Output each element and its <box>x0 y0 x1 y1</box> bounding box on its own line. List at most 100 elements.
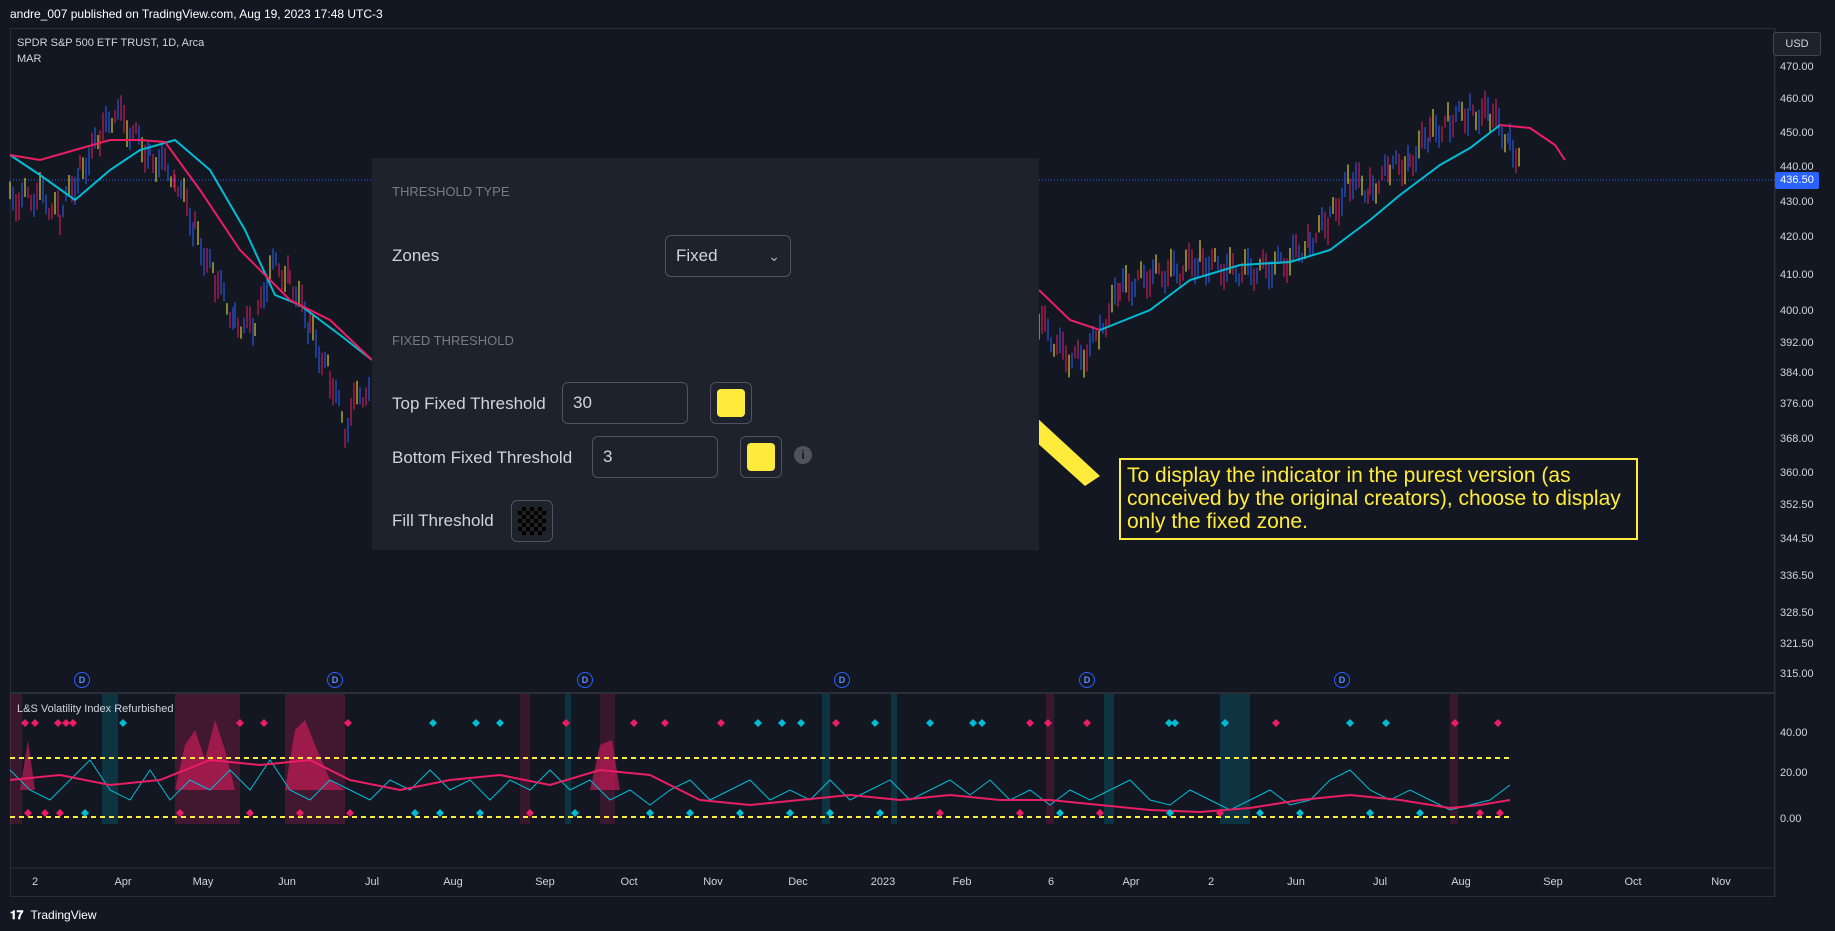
signal-diamond <box>1476 809 1484 817</box>
signal-diamond <box>571 809 579 817</box>
brand-name: TradingView <box>30 908 97 922</box>
signal-diamond <box>1016 809 1024 817</box>
annotation-note: To display the indicator in the purest v… <box>1119 458 1638 540</box>
time-tick-label: 2 <box>31 876 39 888</box>
symbol-info: SPDR S&P 500 ETF TRUST, 1D, Arca MAR <box>17 35 204 67</box>
dividend-marker-icon[interactable]: D <box>327 672 343 688</box>
signal-diamond <box>1096 809 1104 817</box>
signal-diamond <box>832 719 840 727</box>
time-tick-label: 2 <box>1207 876 1215 888</box>
top-threshold-color-button[interactable] <box>710 382 752 424</box>
signal-diamond <box>630 719 638 727</box>
price-tick-label: 392.00 <box>1780 337 1814 349</box>
price-tick-label: 384.00 <box>1780 367 1814 379</box>
time-tick-label: 2023 <box>870 876 896 888</box>
bottom-threshold-input[interactable]: 3 <box>592 436 718 478</box>
signal-diamond <box>260 719 268 727</box>
zones-label: Zones <box>392 246 440 265</box>
signal-diamond <box>476 809 484 817</box>
signal-diamond <box>661 719 669 727</box>
dividend-marker-icon[interactable]: D <box>1334 672 1350 688</box>
price-tick-label: 420.00 <box>1780 231 1814 243</box>
chevron-down-icon: ⌄ <box>768 248 780 264</box>
time-tick-label: Sep <box>1543 876 1563 888</box>
signal-diamond <box>717 719 725 727</box>
dividend-marker-icon[interactable]: D <box>577 672 593 688</box>
signal-diamond <box>119 719 127 727</box>
yellow-color-swatch <box>717 389 745 417</box>
signal-diamond <box>346 809 354 817</box>
zones-value: Fixed <box>676 246 718 265</box>
signal-diamond <box>429 719 437 727</box>
price-tick-label: 315.00 <box>1780 668 1814 680</box>
signal-diamond <box>797 719 805 727</box>
time-tick-label: Feb <box>952 876 972 888</box>
price-tick-label: 460.00 <box>1780 93 1814 105</box>
signal-diamond <box>936 809 944 817</box>
signal-diamond <box>1083 719 1091 727</box>
time-tick-label: Jun <box>1287 876 1305 888</box>
zones-select[interactable]: Fixed ⌄ <box>665 235 791 277</box>
price-tick-label: 328.50 <box>1780 607 1814 619</box>
signal-diamond <box>1346 719 1354 727</box>
section-fixed-threshold: FIXED THRESHOLD <box>392 333 514 348</box>
signal-diamond <box>411 809 419 817</box>
signal-diamond <box>56 809 64 817</box>
time-tick-label: Sep <box>535 876 555 888</box>
signal-diamond <box>736 809 744 817</box>
signal-diamond <box>344 719 352 727</box>
signal-diamond <box>21 719 29 727</box>
time-tick-label: Jul <box>364 876 380 888</box>
signal-diamond <box>69 719 77 727</box>
price-tick-label: 336.50 <box>1780 570 1814 582</box>
signal-diamond <box>1416 809 1424 817</box>
signal-diamond <box>969 719 977 727</box>
currency-button[interactable]: USD <box>1773 32 1821 56</box>
signal-diamond <box>1382 719 1390 727</box>
time-tick-label: May <box>192 876 214 888</box>
fill-threshold-color-button[interactable] <box>511 500 553 542</box>
dividend-marker-icon[interactable]: D <box>1079 672 1095 688</box>
price-tick-label: 352.50 <box>1780 499 1814 511</box>
signal-diamond <box>81 809 89 817</box>
price-tick-label: 450.00 <box>1780 127 1814 139</box>
bottom-threshold-label: Bottom Fixed Threshold <box>392 448 573 467</box>
time-tick-label: Nov <box>1711 876 1731 888</box>
top-threshold-value: 30 <box>573 393 592 412</box>
bottom-threshold-value: 3 <box>603 447 613 466</box>
time-tick-label: Apr <box>1122 876 1140 888</box>
yellow-color-swatch <box>747 443 775 471</box>
current-price-badge: 436.50 <box>1775 172 1819 189</box>
indicator-title[interactable]: L&S Volatility Index Refurbished <box>17 703 174 715</box>
tradingview-logo-icon: 𝟏𝟕 <box>10 908 24 922</box>
signal-diamond <box>62 719 70 727</box>
signal-diamond <box>436 809 444 817</box>
signal-diamond <box>246 809 254 817</box>
time-tick-label: Dec <box>788 876 808 888</box>
time-tick-label: Aug <box>443 876 463 888</box>
price-tick-label: 321.50 <box>1780 638 1814 650</box>
signal-diamond <box>1256 809 1264 817</box>
price-tick-label: 376.00 <box>1780 398 1814 410</box>
info-icon[interactable]: i <box>794 446 812 464</box>
dividend-marker-icon[interactable]: D <box>74 672 90 688</box>
signal-diamond <box>1496 809 1504 817</box>
signal-diamond <box>1296 809 1304 817</box>
signal-diamond <box>1171 719 1179 727</box>
time-tick-label: Oct <box>620 876 638 888</box>
indicator-tick-label: 0.00 <box>1780 813 1802 825</box>
price-tick-label: 368.00 <box>1780 433 1814 445</box>
time-tick-label: Oct <box>1624 876 1642 888</box>
signal-diamond <box>472 719 480 727</box>
moving-average-line <box>9 138 373 361</box>
top-threshold-input[interactable]: 30 <box>562 382 688 424</box>
signal-diamond <box>978 719 986 727</box>
indicator-tick-label: 20.00 <box>1780 767 1808 779</box>
price-tick-label: 470.00 <box>1780 61 1814 73</box>
signal-diamond <box>1272 719 1280 727</box>
signal-diamond <box>1366 809 1374 817</box>
signal-diamond <box>876 809 884 817</box>
bottom-threshold-color-button[interactable] <box>740 436 782 478</box>
dividend-marker-icon[interactable]: D <box>834 672 850 688</box>
signal-diamond <box>686 809 694 817</box>
